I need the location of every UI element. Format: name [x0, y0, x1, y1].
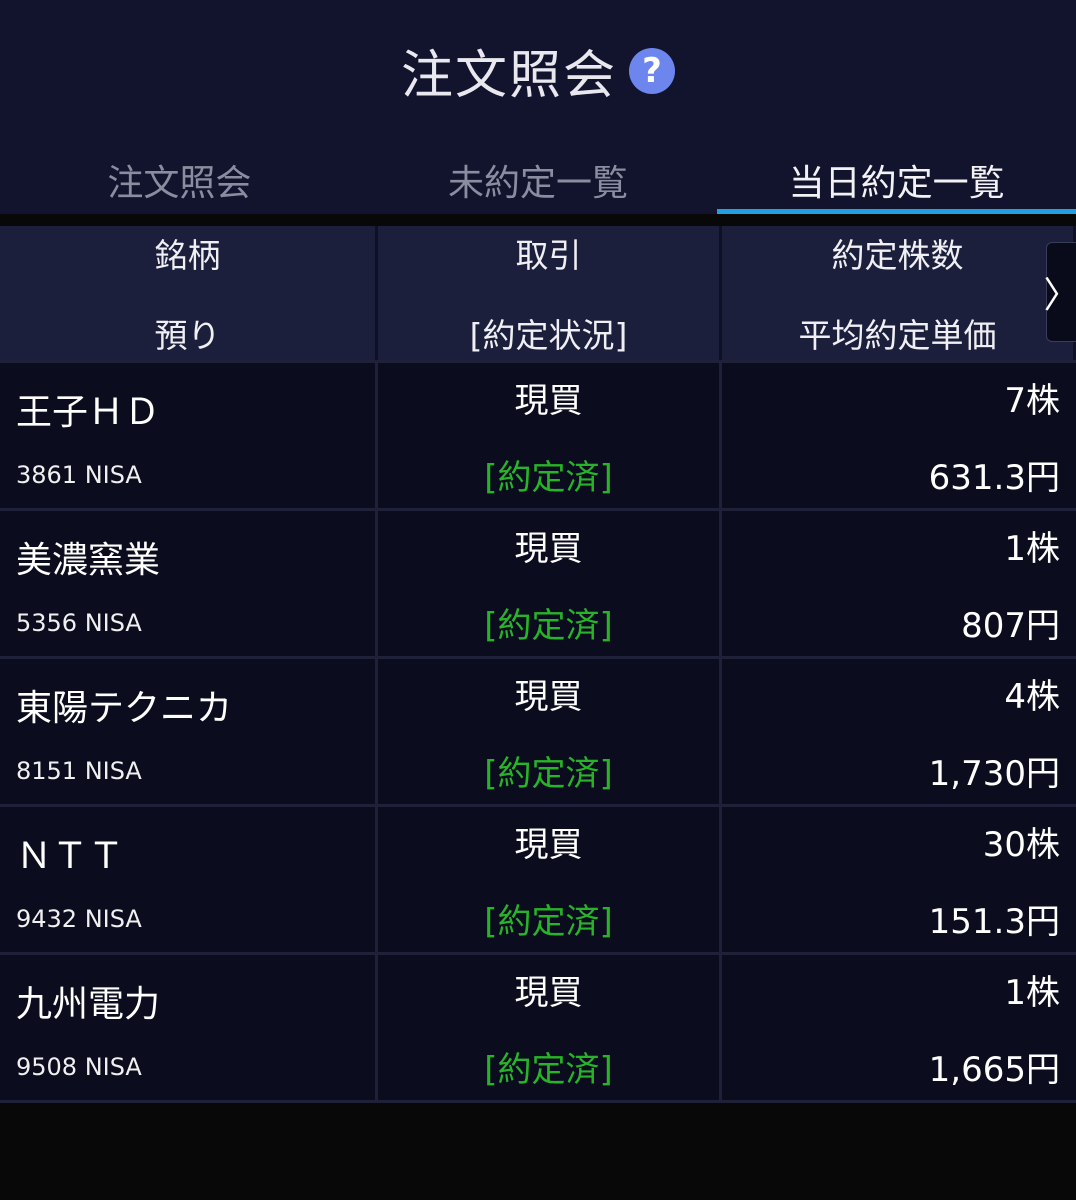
trade-cell: 現買 [約定済] — [378, 511, 722, 656]
chevron-right-icon[interactable]: 〉 — [1044, 242, 1076, 342]
header-avg-price-label: 平均約定単価 — [798, 316, 997, 355]
stock-code: 9432 NISA — [16, 904, 142, 933]
quantity-cell: 4株 1,730円 — [722, 659, 1076, 804]
trade-type: 現買 — [514, 824, 583, 865]
stock-cell: 美濃窯業 5356 NISA — [0, 511, 378, 656]
execution-list: 王子ＨＤ 3861 NISA 現買 [約定済] 7株 631.3円 美濃窯業 5… — [0, 360, 1076, 1103]
stock-code: 5356 NISA — [16, 608, 142, 637]
divider — [0, 1100, 1076, 1103]
average-price: 807円 — [961, 605, 1060, 646]
stock-name: 九州電力 — [16, 983, 161, 1025]
header-stock: 銘柄 預り — [0, 226, 378, 360]
average-price: 631.3円 — [928, 457, 1060, 498]
stock-cell: 九州電力 9508 NISA — [0, 955, 378, 1100]
quantity-cell: 7株 631.3円 — [722, 363, 1076, 508]
header-quantity: 約定株数 平均約定単価 — [722, 226, 1076, 360]
trade-cell: 現買 [約定済] — [378, 807, 722, 952]
stock-name: 東陽テクニカ — [16, 687, 233, 729]
trade-type: 現買 — [514, 972, 583, 1013]
execution-status: [約定済] — [484, 901, 613, 942]
average-price: 151.3円 — [928, 901, 1060, 942]
trade-cell: 現買 [約定済] — [378, 363, 722, 508]
execution-status: [約定済] — [484, 457, 613, 498]
spacer — [0, 214, 1076, 226]
executed-quantity: 1株 — [1004, 528, 1060, 569]
header-trade-label: 取引 — [515, 236, 582, 275]
execution-status: [約定済] — [484, 753, 613, 794]
table-row[interactable]: 東陽テクニカ 8151 NISA 現買 [約定済] 4株 1,730円 — [0, 656, 1076, 804]
quantity-cell: 30株 151.3円 — [722, 807, 1076, 952]
stock-code: 9508 NISA — [16, 1052, 142, 1081]
trade-type: 現買 — [514, 676, 583, 717]
stock-name: 美濃窯業 — [16, 539, 161, 581]
stock-cell: 東陽テクニカ 8151 NISA — [0, 659, 378, 804]
app-root: 注文照会 ? 注文照会 未約定一覧 当日約定一覧 銘柄 預り 取引 [約定状況]… — [0, 0, 1076, 1200]
stock-cell: 王子ＨＤ 3861 NISA — [0, 363, 378, 508]
execution-status: [約定済] — [484, 605, 613, 646]
header-stock-label: 銘柄 — [154, 236, 221, 275]
executed-quantity: 4株 — [1004, 676, 1060, 717]
stock-name: 王子ＨＤ — [16, 391, 161, 433]
trade-type: 現買 — [514, 380, 583, 421]
page-title: 注文照会 — [400, 45, 617, 106]
trade-type: 現買 — [514, 528, 583, 569]
tab-unexecuted-list[interactable]: 未約定一覧 — [359, 140, 718, 214]
header-account-label: 預り — [154, 316, 221, 355]
page-header: 注文照会 ? — [0, 0, 1076, 140]
table-header: 銘柄 預り 取引 [約定状況] 約定株数 平均約定単価 〉 — [0, 226, 1076, 360]
tab-today-executed-list[interactable]: 当日約定一覧 — [717, 140, 1076, 214]
header-status-label: [約定状況] — [469, 316, 628, 355]
executed-quantity: 1株 — [1004, 972, 1060, 1013]
stock-name: ＮＴＴ — [16, 835, 125, 877]
stock-code: 3861 NISA — [16, 460, 142, 489]
help-icon[interactable]: ? — [629, 48, 675, 94]
table-row[interactable]: ＮＴＴ 9432 NISA 現買 [約定済] 30株 151.3円 — [0, 804, 1076, 952]
average-price: 1,665円 — [928, 1049, 1060, 1090]
tab-order-inquiry[interactable]: 注文照会 — [0, 140, 359, 214]
stock-code: 8151 NISA — [16, 756, 142, 785]
executed-quantity: 30株 — [982, 824, 1060, 865]
execution-status: [約定済] — [484, 1049, 613, 1090]
executed-quantity: 7株 — [1004, 380, 1060, 421]
header-quantity-label: 約定株数 — [831, 236, 964, 275]
table-row[interactable]: 美濃窯業 5356 NISA 現買 [約定済] 1株 807円 — [0, 508, 1076, 656]
table-row[interactable]: 九州電力 9508 NISA 現買 [約定済] 1株 1,665円 — [0, 952, 1076, 1100]
stock-cell: ＮＴＴ 9432 NISA — [0, 807, 378, 952]
quantity-cell: 1株 807円 — [722, 511, 1076, 656]
trade-cell: 現買 [約定済] — [378, 659, 722, 804]
quantity-cell: 1株 1,665円 — [722, 955, 1076, 1100]
header-trade: 取引 [約定状況] — [378, 226, 722, 360]
trade-cell: 現買 [約定済] — [378, 955, 722, 1100]
average-price: 1,730円 — [928, 753, 1060, 794]
table-row[interactable]: 王子ＨＤ 3861 NISA 現買 [約定済] 7株 631.3円 — [0, 360, 1076, 508]
tab-bar: 注文照会 未約定一覧 当日約定一覧 — [0, 140, 1076, 214]
